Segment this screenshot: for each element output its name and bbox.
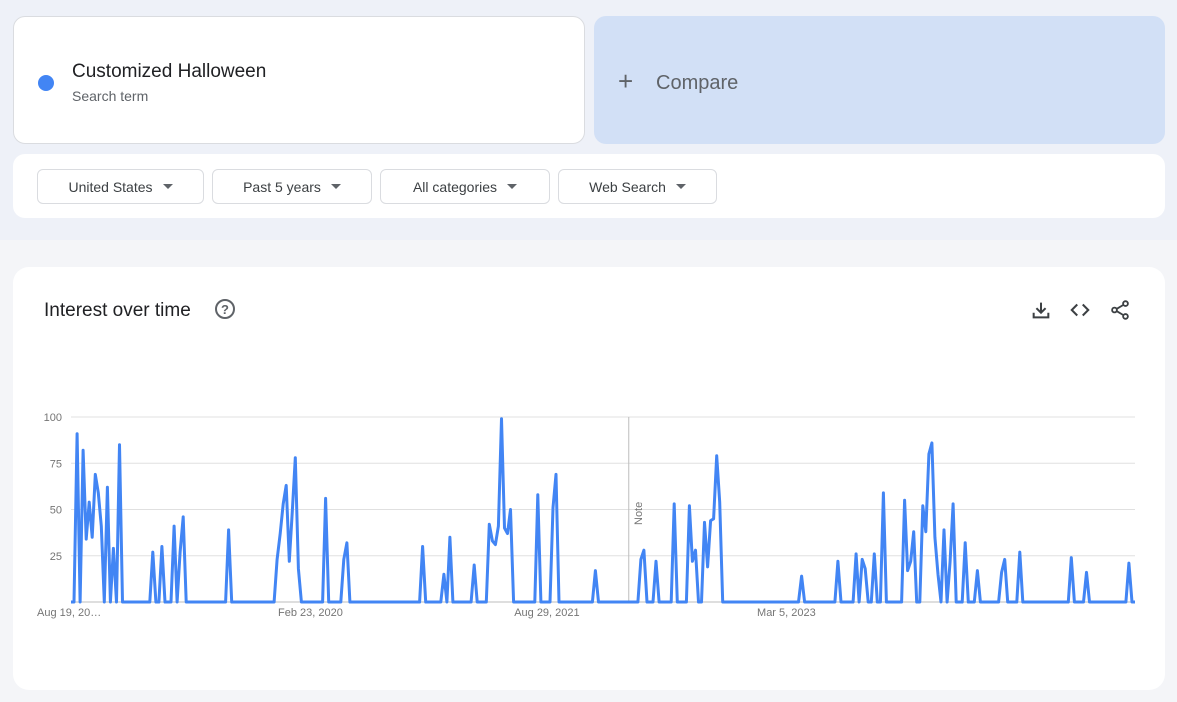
chevron-down-icon <box>330 184 341 189</box>
category-dropdown-label: All categories <box>412 178 498 195</box>
plus-icon: + <box>618 66 634 96</box>
search-term-name[interactable]: Customized Halloween <box>72 61 266 83</box>
filter-bar: United States Past 5 years All categorie… <box>13 154 1165 218</box>
search-term-subtitle: Search term <box>72 88 149 104</box>
x-tick-label: Aug 29, 2021 <box>514 607 579 619</box>
category-dropdown[interactable]: All categories <box>380 169 550 204</box>
region-dropdown-label: United States <box>68 178 153 195</box>
x-tick-label: Aug 19, 20… <box>37 607 101 619</box>
y-tick-label: 100 <box>44 412 62 424</box>
interest-line-chart: 100 75 50 25 Note Aug 19, 20… Feb 23, 2020 Aug … <box>37 412 1135 619</box>
search-term-card[interactable]: Customized Halloween Search term <box>13 16 585 144</box>
x-tick-label: Feb 23, 2020 <box>278 607 343 619</box>
interest-over-time-card: Interest over time ? 100 75 50 25 Note Aug 19… <box>13 267 1165 690</box>
region-dropdown[interactable]: United States <box>37 169 204 204</box>
chevron-down-icon <box>507 184 518 189</box>
period-dropdown-label: Past 5 years <box>243 178 321 195</box>
chevron-down-icon <box>162 184 173 189</box>
compare-label: Compare <box>656 72 739 94</box>
period-dropdown[interactable]: Past 5 years <box>212 169 372 204</box>
property-dropdown-label: Web Search <box>589 178 666 195</box>
x-tick-label: Mar 5, 2023 <box>757 607 816 619</box>
compare-button[interactable]: + Compare <box>594 16 1165 144</box>
y-tick-label: 75 <box>50 458 62 470</box>
property-dropdown[interactable]: Web Search <box>558 169 717 204</box>
chevron-down-icon <box>675 184 686 189</box>
y-tick-label: 50 <box>50 505 62 517</box>
y-tick-label: 25 <box>50 551 62 563</box>
note-label: Note <box>633 502 645 525</box>
series-line <box>71 417 1135 604</box>
series-color-dot <box>38 75 54 91</box>
